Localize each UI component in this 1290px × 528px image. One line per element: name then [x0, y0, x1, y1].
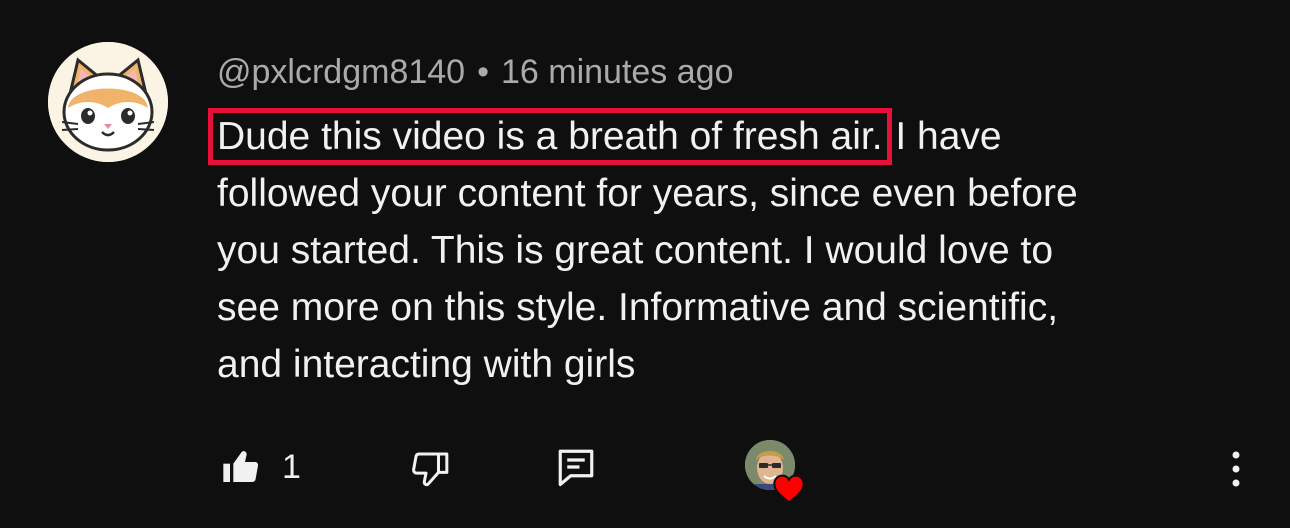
author-handle[interactable]: @pxlcrdgm8140 — [217, 53, 465, 91]
highlighted-sentence: Dude this video is a breath of fresh air… — [208, 108, 892, 165]
heart-icon — [773, 474, 805, 504]
meta-separator: • — [477, 53, 489, 91]
author-avatar[interactable] — [48, 42, 168, 162]
like-button[interactable] — [217, 444, 263, 490]
like-count: 1 — [282, 448, 301, 486]
cat-avatar-icon — [48, 42, 168, 162]
thumbs-down-icon — [412, 452, 449, 487]
comment-line-1: Dude this video is a breath of fresh air… — [208, 108, 1267, 165]
creator-heart-badge[interactable] — [745, 440, 809, 504]
comment-line-3: you started. This is great content. I wo… — [217, 229, 1054, 272]
more-options-button[interactable] — [1218, 444, 1254, 494]
comment-line-4: see more on this style. Informative and … — [217, 286, 1059, 329]
reply-button[interactable] — [553, 444, 599, 490]
comment-line-5: and interacting with girls — [217, 343, 636, 386]
comment-thread-item: @pxlcrdgm8140 • 16 minutes ago Dude this v… — [0, 0, 1290, 528]
comment-line-1-rest: I have — [884, 115, 1002, 158]
comment-line-2: followed your content for years, since e… — [217, 172, 1078, 215]
vertical-ellipsis-icon — [1232, 451, 1240, 487]
comment-reply-icon — [558, 449, 594, 487]
thumbs-up-icon — [223, 451, 259, 482]
dislike-button[interactable] — [408, 446, 454, 492]
comment-body: Dude this video is a breath of fresh air… — [208, 108, 1267, 393]
comment-actions: 1 — [0, 436, 1290, 504]
comment-meta: @pxlcrdgm8140 • 16 minutes ago — [217, 52, 733, 92]
comment-timestamp: 16 minutes ago — [500, 53, 734, 91]
